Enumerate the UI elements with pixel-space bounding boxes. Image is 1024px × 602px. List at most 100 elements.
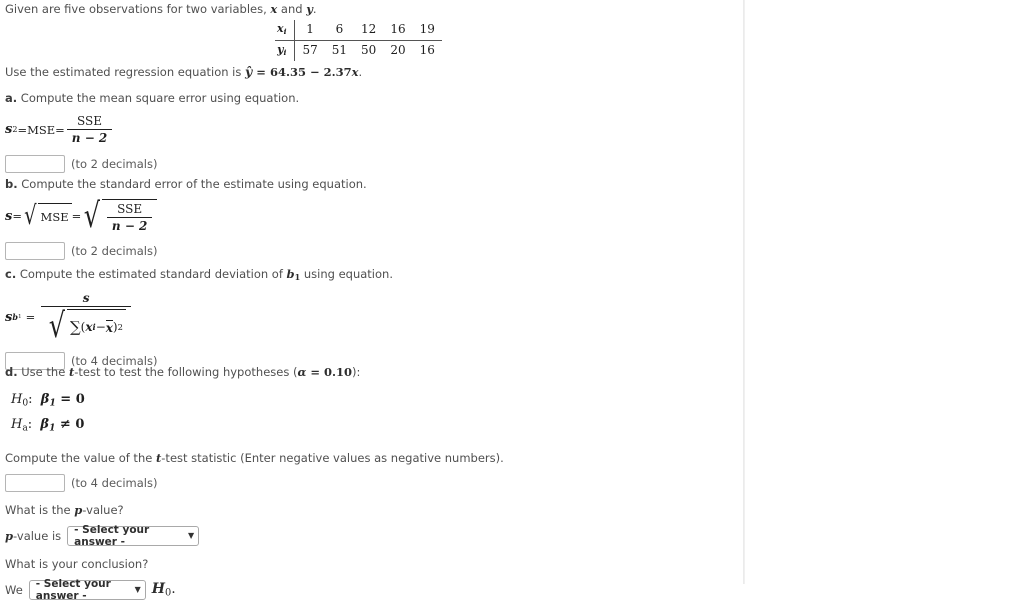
part-c-formula: sb1 = s √ ∑(x i − x) 2: [0, 291, 393, 343]
part-a-answer-input[interactable]: [5, 155, 65, 173]
pvalue-select[interactable]: - Select your answer - ▼: [67, 523, 200, 548]
observations-table: xi 1 6 12 16 19 yi 57 51 50 20 16: [275, 20, 442, 61]
formula-c-denominator: √ ∑(x i − x) 2: [41, 307, 131, 343]
part-b-answer-row: (to 2 decimals): [0, 242, 367, 260]
radical-sign-icon: √: [83, 196, 101, 236]
formula-b-fraction: SSE n − 2: [106, 202, 153, 233]
part-a-marker: a.: [5, 91, 18, 105]
part-b-answer-input[interactable]: [5, 242, 65, 260]
formula-b-radicand-mse: MSE: [37, 203, 72, 229]
formula-b-sqrt-mse: √ MSE: [22, 203, 72, 229]
row-label-y: yi: [275, 40, 296, 61]
regression-slope: 2.37: [323, 65, 352, 79]
conclusion-h: H: [151, 580, 166, 597]
part-c-marker: c.: [5, 267, 17, 281]
chevron-down-icon: ▼: [134, 585, 141, 595]
pvalue-question-pre: What is the: [5, 502, 75, 517]
conclusion-prefix: We: [5, 582, 23, 597]
formula-c-power: 2: [117, 322, 123, 332]
part-d-prompt: d. Use the t-test to test the following …: [0, 365, 504, 379]
null-hypothesis-relation: =: [55, 392, 76, 407]
formula-a-s: s: [5, 122, 13, 137]
part-d-alpha-value: 0.10: [323, 365, 352, 379]
pvalue-select-label: - Select your answer -: [74, 523, 150, 548]
x-value-cell: 6: [324, 20, 355, 41]
statistic-prompt-pre: Compute the value of the: [5, 450, 156, 465]
formula-b-sqrt-fraction: √ SSE n − 2: [81, 196, 158, 236]
part-d-prompt-pre: Use the: [17, 365, 69, 379]
t-statistic-input[interactable]: [5, 473, 65, 492]
part-b-hint: (to 2 decimals): [71, 244, 158, 258]
formula-c-sub-1: 1: [17, 314, 22, 320]
part-a-prompt: a. Compute the mean square error using e…: [0, 91, 299, 105]
intro-mid: and: [277, 2, 307, 16]
part-b-prompt: b. Compute the standard error of the est…: [0, 177, 367, 191]
part-a-hint: (to 2 decimals): [71, 157, 158, 171]
formula-a-eq1: =: [17, 122, 28, 137]
pvalue-answer-row: p-value is - Select your answer - ▼: [0, 523, 504, 548]
x-value-cell: 16: [383, 20, 413, 41]
intro-text: Given are five observations for two vari…: [0, 2, 317, 16]
pvalue-label-p: p: [5, 528, 14, 543]
formula-a-fraction: SSE n − 2: [66, 114, 113, 145]
part-b: b. Compute the standard error of the est…: [0, 177, 367, 260]
intro-suffix: .: [312, 2, 317, 16]
formula-b-radicand-fraction: SSE n − 2: [101, 199, 158, 233]
table-row-x: xi 1 6 12 16 19: [275, 20, 442, 41]
table-row-y: yi 57 51 50 20 16: [275, 40, 442, 61]
formula-b-numerator: SSE: [106, 202, 153, 218]
chevron-down-icon: ▼: [188, 531, 195, 541]
formula-c-s: s: [5, 309, 13, 325]
part-a-answer-row: (to 2 decimals): [0, 155, 299, 173]
formula-c-eq: =: [25, 310, 36, 324]
regression-intercept: 64.35: [269, 65, 306, 79]
row-label-x: xi: [275, 20, 296, 41]
alt-hypothesis-relation: ≠: [55, 417, 76, 433]
formula-a-numerator: SSE: [66, 114, 113, 130]
conclusion-answer-row: We - Select your answer - ▼ H0.: [0, 577, 504, 602]
formula-c-sqrt: √ ∑(x i − x) 2: [46, 309, 126, 343]
intro-prefix: Given are five observations for two vari…: [5, 2, 271, 16]
formula-c-xbar: x: [105, 319, 113, 335]
formula-c-minus: −: [95, 320, 106, 334]
null-hypothesis-value: 0: [75, 392, 85, 407]
pvalue-label-post: -value is: [13, 528, 62, 543]
formula-b-eq2: =: [71, 209, 82, 223]
alt-hypothesis-value: 0: [75, 417, 85, 433]
regression-equation-text: Use the estimated regression equation is…: [0, 65, 363, 80]
statistic-answer-row: (to 4 decimals): [0, 473, 504, 492]
regression-equals: =: [252, 65, 270, 79]
statistic-hint: (to 4 decimals): [71, 475, 158, 490]
part-d-marker: d.: [5, 365, 18, 379]
part-c-prompt-post: using equation.: [300, 267, 393, 281]
part-a-formula: s2 = MSE = SSE n − 2: [0, 114, 299, 145]
right-empty-pane: [745, 0, 1024, 584]
statistic-prompt: Compute the value of the t-test statisti…: [0, 451, 504, 465]
formula-c-sigma-icon: ∑: [69, 318, 81, 336]
conclusion-select-label: - Select your answer -: [35, 577, 111, 602]
statistic-prompt-post: -test statistic (Enter negative values a…: [161, 450, 504, 465]
regression-operator: −: [305, 65, 324, 79]
formula-c-fraction: s √ ∑(x i − x) 2: [41, 291, 131, 343]
part-b-prompt-text: Compute the standard error of the estima…: [17, 177, 367, 191]
part-c-prompt: c. Compute the estimated standard deviat…: [0, 267, 393, 284]
y-value-cell: 20: [390, 43, 406, 58]
regression-period: .: [358, 65, 363, 79]
pvalue-question: What is the p-value?: [0, 503, 504, 517]
part-d: d. Use the t-test to test the following …: [0, 365, 504, 602]
pvalue-label: p-value is: [5, 529, 61, 543]
part-c-prompt-pre: Compute the estimated standard deviation…: [16, 267, 287, 281]
worksheet-page: Given are five observations for two vari…: [0, 0, 744, 602]
formula-c-xi: x: [85, 320, 93, 334]
part-d-alpha-equals: =: [306, 365, 324, 379]
conclusion-select[interactable]: - Select your answer - ▼: [28, 577, 146, 602]
intro-variable-y: y: [306, 2, 313, 16]
part-d-prompt-mid: -test to test the following hypotheses (: [74, 365, 298, 379]
x-value-cell: 19: [412, 20, 442, 41]
conclusion-hypothesis: H0.: [152, 581, 176, 598]
y-value-cell: 50: [361, 43, 377, 58]
formula-b-s: s: [5, 208, 13, 224]
y-value-cell: 16: [419, 43, 435, 58]
regression-prefix: Use the estimated regression equation is: [5, 65, 246, 79]
conclusion-question: What is your conclusion?: [5, 556, 149, 571]
